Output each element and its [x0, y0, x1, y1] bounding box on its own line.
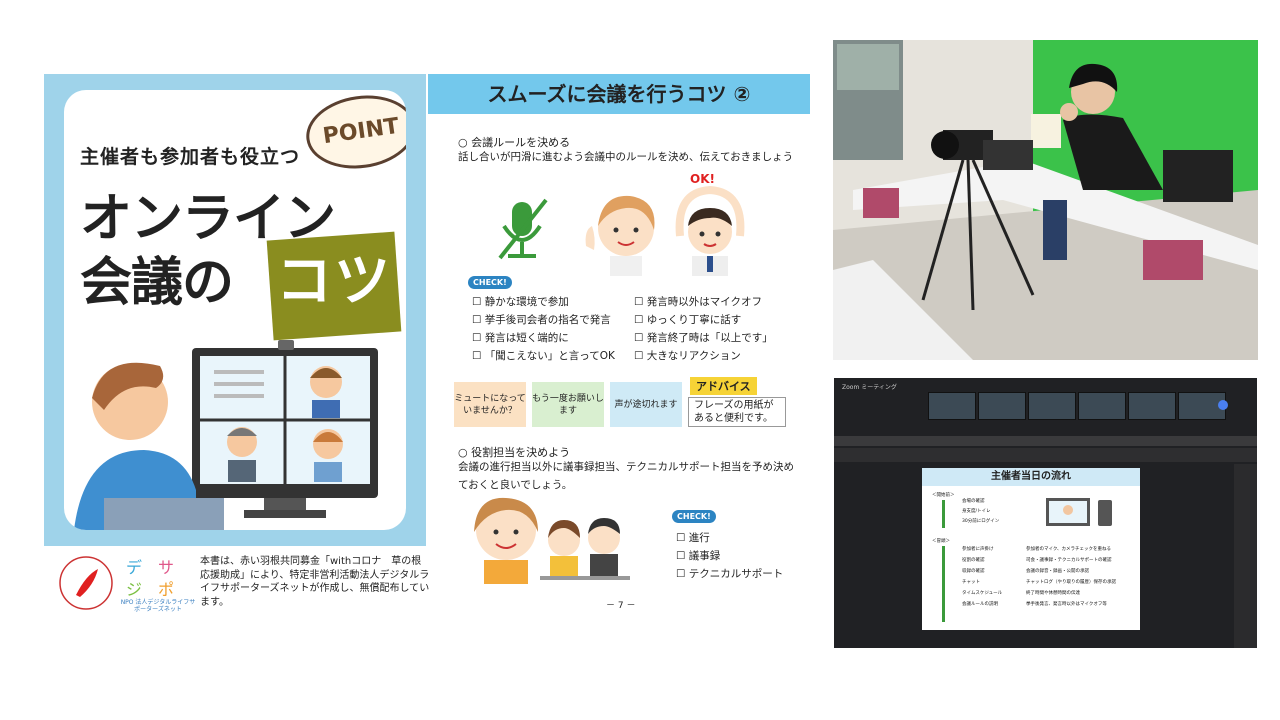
cover-panel: 主催者も参加者も役立つ POINT オンライン 会議の コツ — [64, 90, 406, 530]
rule-checkbox-7: 発言終了時は「以上です」 — [634, 330, 773, 345]
slide-during-note: 会議の録音・録画・公開の承諾 — [1026, 569, 1089, 574]
svg-text:ポ: ポ — [158, 580, 174, 599]
slide-during-item: チャット — [962, 580, 980, 585]
shared-slide: 主催者当日の流れ ＜開始前＞ 会場の確認 身支度/トイレ 30分前にログイン ＜… — [922, 468, 1140, 630]
role-checkbox-2: 議事録 — [676, 548, 721, 563]
svg-text:ジ: ジ — [126, 580, 142, 599]
check-badge-1: CHECK! — [468, 276, 512, 289]
participant-tile — [1078, 392, 1126, 420]
svg-text:デ: デ — [126, 558, 142, 577]
next-page-icon[interactable] — [1218, 400, 1228, 410]
red-feather-logo-icon — [59, 556, 113, 610]
flow-arrow — [942, 546, 945, 622]
dls-net-logo-icon: デ サ ジ ポ — [126, 558, 174, 599]
advice-label: アドバイス — [690, 377, 757, 395]
participant-tile — [1128, 392, 1176, 420]
slide-during-note: 司会・議事録・テクニカルサポートの確認 — [1026, 558, 1112, 563]
slide-during-item: 参加者に声掛け — [962, 547, 994, 552]
participant-tile — [1028, 392, 1076, 420]
rule-checkbox-4: 「聞こえない」と言ってOK — [472, 348, 615, 363]
viewer-toolbar — [834, 448, 1257, 462]
slide-during-note: チャットログ（やり取りの履歴）保存の承諾 — [1026, 580, 1116, 585]
slide-before-item: 30分前にログイン — [962, 519, 1000, 524]
slide-during-item: 会議ルールの説明 — [962, 602, 998, 607]
check-badge-2: CHECK! — [672, 510, 716, 523]
zoom-window-title: Zoom ミーティング — [842, 384, 897, 391]
rule-checkbox-6: ゆっくり丁寧に話す — [634, 312, 742, 327]
flow-arrow — [942, 500, 945, 528]
waving-woman-illustration — [585, 195, 655, 276]
dls-net-name: NPO 法人デジタルライフサポーターズネット — [120, 599, 196, 613]
footer-text: 本書は、赤い羽根共同募金「withコロナ 草の根応援助成」により、特定非営利活動… — [200, 556, 430, 608]
mic-off-icon — [498, 198, 548, 260]
booklet-page-7: スムーズに会議を行うコツ ② ○ 会議ルールを決める 話し合いが円滑に進むよう会… — [428, 74, 810, 616]
rule-checkbox-2: 挙手後司会者の指名で発言 — [472, 312, 611, 327]
slide-during-label: ＜冒頭＞ — [932, 539, 950, 544]
point-bubble: POINT — [301, 90, 406, 176]
slide-before-item: 会場の確認 — [962, 499, 985, 504]
role-checkbox-3: テクニカルサポート — [676, 566, 784, 581]
slide-during-item: タイムスケジュール — [962, 591, 1003, 596]
cover-title-kotsu: コツ — [276, 249, 392, 314]
slide-during-note: 終了時間や休憩時間の伝達 — [1026, 591, 1080, 596]
slide-during-note: 挙手後発言、発言時以外はマイクオフ等 — [1026, 602, 1107, 607]
slide-during-item: 収録の確認 — [962, 569, 985, 574]
slide-devices-illustration — [1046, 498, 1112, 526]
section1-desc: 話し合いが円滑に進むよう会議中のルールを決め、伝えておきましょう — [458, 151, 794, 163]
booklet-cover: 主催者も参加者も役立つ POINT オンライン 会議の コツ — [44, 74, 426, 546]
cover-subtitle: 主催者も参加者も役立つ — [80, 146, 301, 168]
slide-before-item: 身支度/トイレ — [962, 509, 991, 514]
recording-room-photo — [833, 40, 1258, 360]
tip-card-mute: ミュートになっていませんか？ — [454, 382, 526, 427]
ok-label: OK! — [690, 172, 715, 186]
page-header: スムーズに会議を行うコツ ② — [428, 74, 810, 114]
viewer-side-panel — [1234, 464, 1257, 648]
rule-checkbox-5: 発言時以外はマイクオフ — [634, 294, 762, 309]
zoom-screenshot: Zoom ミーティング 主催者当日の流れ ＜開始前＞ 会場の確認 身支度/トイレ… — [834, 378, 1257, 648]
svg-text:サ: サ — [158, 558, 174, 577]
tip-card-audio: 声が途切れます — [610, 382, 682, 427]
participant-tile — [978, 392, 1026, 420]
slide-during-item: 役割の確認 — [962, 558, 985, 563]
rule-checkbox-1: 静かな環境で参加 — [472, 294, 569, 309]
ok-man-illustration — [675, 186, 745, 276]
tip-card-repeat: もう一度お願いします — [532, 382, 604, 427]
slide-during-note: 参加者のマイク、カメラチェックを重ねる — [1026, 547, 1112, 552]
rule-checkbox-3: 発言は短く端的に — [472, 330, 569, 345]
cover-footer: デ サ ジ ポ NPO 法人デジタルライフサポーターズネット 本書は、赤い羽根共… — [58, 555, 430, 613]
cover-title-line2: 会議の — [80, 253, 234, 313]
rule-checkbox-8: 大きなリアクション — [634, 348, 741, 363]
meeting-roles-illustration — [474, 497, 630, 584]
slide-title: 主催者当日の流れ — [922, 468, 1140, 486]
page-number: － 7 － — [606, 601, 636, 611]
slide-before-label: ＜開始前＞ — [932, 493, 955, 498]
role-checkbox-1: 進行 — [676, 530, 710, 545]
advice-text: フレーズの用紙があると便利です。 — [688, 397, 786, 427]
section2-desc: 会議の進行担当以外に議事録担当、テクニカルサポート担当を予め決めておくと良いでし… — [458, 461, 794, 491]
participant-tile — [928, 392, 976, 420]
online-meeting-illustration — [74, 340, 378, 530]
viewer-menubar — [834, 436, 1257, 446]
